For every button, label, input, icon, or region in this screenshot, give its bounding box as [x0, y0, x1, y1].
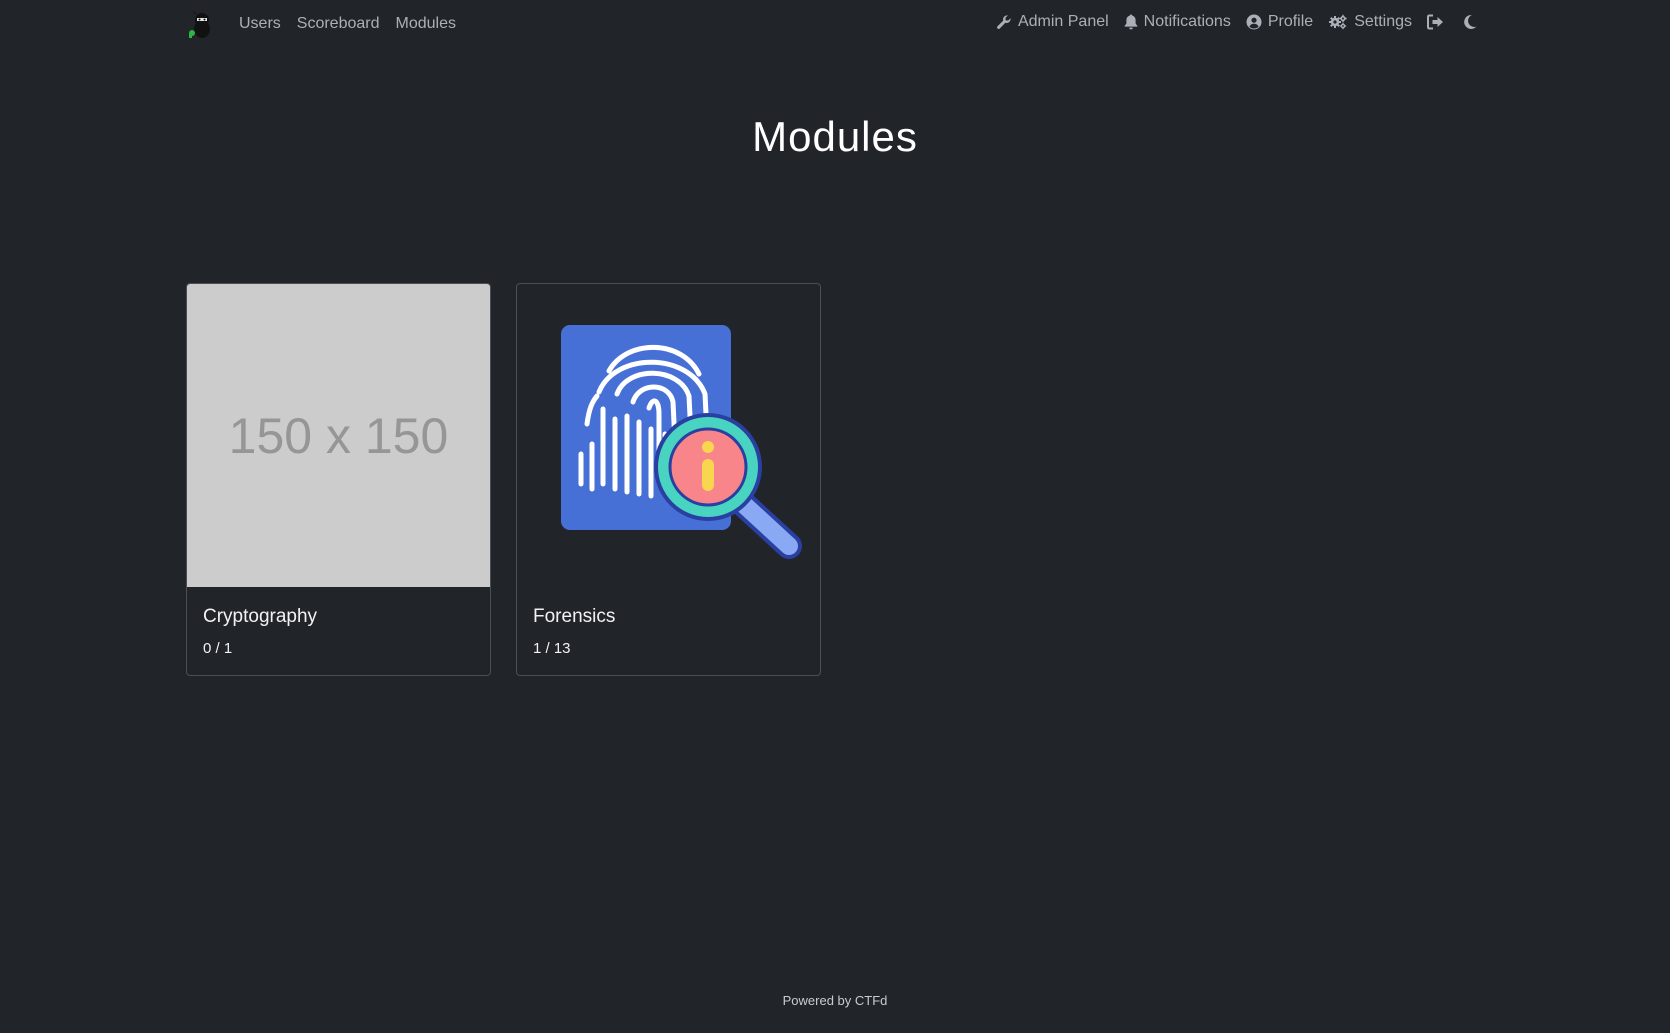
card-progress: 1 / 13 [533, 640, 571, 657]
fingerprint-magnifier-icon [561, 325, 802, 559]
sign-out-icon [1427, 14, 1443, 30]
theme-toggle-button[interactable] [1463, 14, 1477, 30]
nav-settings-label: Settings [1354, 13, 1412, 30]
nav-profile-label: Profile [1267, 13, 1314, 30]
footer-ctfd-link[interactable]: CTFd [855, 993, 888, 1008]
nav-settings-link[interactable]: Settings [1328, 13, 1412, 31]
footer: Powered by CTFd [0, 993, 1670, 1008]
card-progress: 0 / 1 [203, 640, 233, 657]
bell-icon [1124, 14, 1137, 30]
card-image-forensics [517, 284, 820, 587]
nav-logout-button[interactable] [1427, 14, 1444, 30]
ninja-logo-icon [189, 11, 210, 38]
nav-profile-link[interactable]: Profile [1246, 13, 1313, 31]
footer-text: Powered by [782, 993, 855, 1008]
page-title: Modules [752, 113, 918, 160]
card-title: Forensics [533, 606, 616, 627]
nav-scoreboard-link[interactable]: Scoreboard [297, 15, 380, 33]
nav-admin-panel-label: Admin Panel [1017, 13, 1109, 30]
card-title: Cryptography [203, 606, 318, 627]
cogs-icon [1329, 14, 1347, 30]
nav-notifications-label: Notifications [1143, 13, 1231, 30]
nav-left-links: Users Scoreboard Modules [239, 15, 456, 33]
nav-users-link[interactable]: Users [239, 15, 281, 33]
moon-icon [1464, 14, 1477, 29]
user-circle-icon [1246, 14, 1262, 30]
nav-notifications-link[interactable]: Notifications [1124, 13, 1231, 31]
top-navbar: Users Scoreboard Modules Admin Panel Not… [0, 0, 1670, 50]
card-image-placeholder: 150 x 150 [187, 284, 490, 587]
module-card-forensics[interactable]: Forensics 1 / 13 [516, 283, 821, 676]
module-card-cryptography[interactable]: 150 x 150 Cryptography 0 / 1 [186, 283, 491, 676]
brand-logo[interactable] [186, 11, 216, 39]
nav-admin-panel-link[interactable]: Admin Panel [996, 13, 1109, 31]
nav-right-links: Admin Panel Notifications Profile Settin… [996, 13, 1477, 31]
nav-modules-link[interactable]: Modules [396, 15, 456, 33]
wrench-icon [997, 15, 1011, 29]
